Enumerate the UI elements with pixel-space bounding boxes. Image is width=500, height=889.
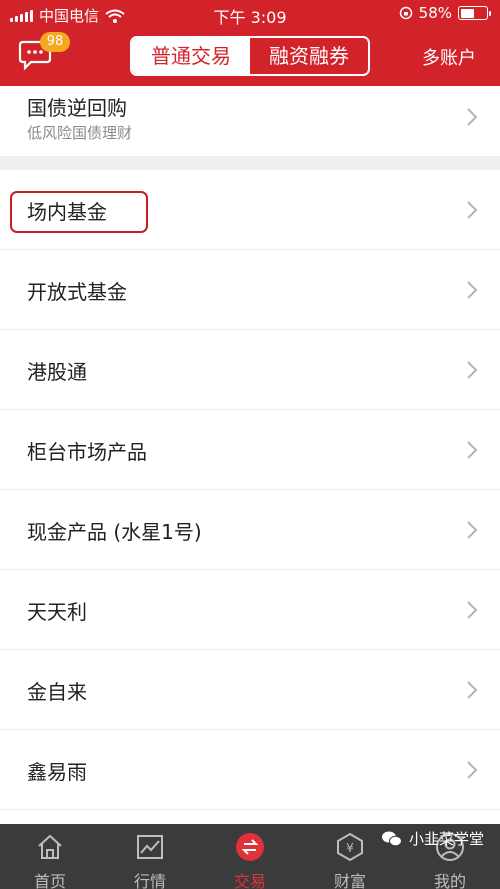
tab-label: 交易 [233, 872, 266, 889]
app-header: 中国电信 下午 3:09 58% 98 普通交易 融资融券 多账户 [0, 0, 500, 86]
list-item-hk-connect[interactable]: 港股通 [0, 330, 500, 410]
chevron-right-icon [467, 361, 478, 379]
watermark-text: 小韭菜学堂 [408, 830, 484, 848]
top-nav: 98 普通交易 融资融券 多账户 [0, 28, 500, 86]
status-bar: 中国电信 下午 3:09 58% [0, 0, 500, 28]
chevron-right-icon [467, 761, 478, 779]
list-item-subtitle: 低风险国债理财 [27, 124, 133, 142]
wealth-icon: ¥ [337, 832, 363, 862]
battery-icon [458, 6, 491, 20]
status-right: 58% [399, 4, 491, 22]
list-item-label: 金自来 [27, 680, 87, 704]
message-badge: 98 [40, 32, 70, 52]
chevron-right-icon [467, 681, 478, 699]
list-item-label: 天天利 [27, 600, 87, 624]
list-item-tiantianli[interactable]: 天天利 [0, 570, 500, 650]
orientation-lock-icon [399, 6, 412, 20]
multi-account-button[interactable]: 多账户 [422, 44, 476, 70]
home-icon [38, 834, 62, 859]
bottom-tab-bar: 首页 行情 交易 ¥ 财富 我的 小韭菜学堂 [0, 824, 500, 889]
chevron-right-icon [467, 601, 478, 619]
wechat-icon [381, 831, 402, 846]
list-item-label: 柜台市场产品 [27, 440, 147, 464]
tab-market[interactable]: 行情 [100, 824, 200, 889]
tab-trade[interactable]: 交易 [200, 824, 300, 889]
chevron-right-icon [467, 108, 478, 126]
tab-label: 财富 [333, 872, 366, 889]
watermark: 小韭菜学堂 [381, 828, 484, 849]
list-item-label: 鑫易雨 [27, 760, 87, 784]
trade-type-segment: 普通交易 融资融券 [130, 36, 370, 76]
tab-label: 行情 [133, 872, 166, 889]
list-item-label: 港股通 [27, 360, 87, 384]
tab-label: 首页 [33, 872, 66, 889]
tab-margin-trade[interactable]: 融资融券 [250, 38, 368, 74]
list-item-label: 开放式基金 [27, 280, 127, 304]
tab-home[interactable]: 首页 [0, 824, 100, 889]
list-item-label: 现金产品 (水星1号) [27, 520, 202, 544]
list-item-jinzilai[interactable]: 金自来 [0, 650, 500, 730]
list-item-xinyiyu[interactable]: 鑫易雨 [0, 730, 500, 810]
chart-icon [137, 835, 163, 859]
chevron-right-icon [467, 441, 478, 459]
chevron-right-icon [467, 281, 478, 299]
trade-menu-list: 国债逆回购 低风险国债理财 场内基金 开放式基金 港股通 柜台市场产品 现金产品… [0, 86, 500, 810]
chevron-right-icon [467, 201, 478, 219]
list-item-otc-products[interactable]: 柜台市场产品 [0, 410, 500, 490]
list-item-cash-product[interactable]: 现金产品 (水星1号) [0, 490, 500, 570]
list-item-exchange-fund[interactable]: 场内基金 [0, 170, 500, 250]
tab-normal-trade[interactable]: 普通交易 [132, 38, 250, 74]
list-item-reverse-repo[interactable]: 国债逆回购 低风险国债理财 [0, 86, 500, 156]
battery-percent: 58% [418, 4, 452, 22]
list-item-label: 场内基金 [27, 200, 107, 224]
section-divider [0, 156, 500, 170]
chevron-right-icon [467, 521, 478, 539]
svg-text:¥: ¥ [346, 841, 354, 855]
list-item-open-fund[interactable]: 开放式基金 [0, 250, 500, 330]
list-item-title: 国债逆回购 [27, 96, 127, 120]
tab-label: 我的 [433, 872, 466, 889]
battery-level [460, 8, 475, 18]
trade-icon [236, 833, 264, 861]
